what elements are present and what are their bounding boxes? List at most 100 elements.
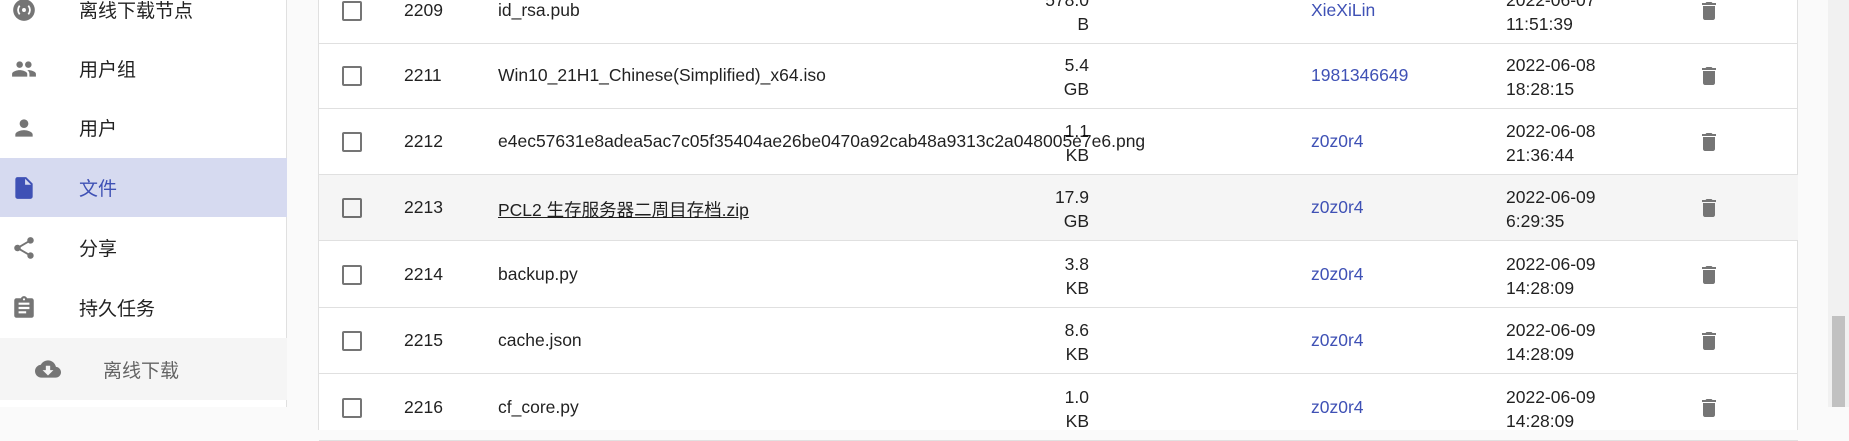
file-time: 11:51:39 — [1506, 14, 1573, 34]
file-size-value: 1.0 — [1064, 387, 1089, 407]
file-size-value: 5.4 — [1064, 55, 1089, 75]
file-size-value: 8.6 — [1064, 320, 1089, 340]
sidebar-item-offline-download[interactable]: 离线下载 — [0, 338, 287, 400]
sidebar-item-users[interactable]: 用户 — [0, 98, 287, 157]
file-owner-link[interactable]: z0z0r4 — [1311, 330, 1364, 351]
sidebar-item-label: 文件 — [79, 179, 118, 200]
table-row[interactable]: 2215 cache.json 8.6 KB z0z0r4 2022-06-09… — [319, 308, 1798, 374]
file-size: 17.9 GB — [1009, 185, 1089, 233]
file-size: 1.0 KB — [1009, 385, 1089, 433]
file-size: 5.4 GB — [1009, 53, 1089, 101]
table-row[interactable]: 2213 PCL2 生存服务器二周目存档.zip 17.9 GB z0z0r4 … — [319, 175, 1798, 241]
page-scrollbar-thumb[interactable] — [1832, 316, 1845, 407]
table-row[interactable]: 2211 Win10_21H1_Chinese(Simplified)_x64.… — [319, 43, 1798, 109]
sidebar-item-label: 离线下载 — [103, 360, 180, 382]
file-id: 2214 — [404, 264, 443, 284]
people-icon — [11, 56, 37, 82]
file-time: 14:28:09 — [1506, 411, 1575, 431]
sidebar-item-label: 用户组 — [79, 60, 137, 81]
row-checkbox[interactable] — [342, 265, 362, 285]
file-size-value: 1.1 — [1064, 121, 1089, 141]
row-checkbox[interactable] — [342, 398, 362, 418]
sidebar-item-label: 用户 — [79, 119, 118, 140]
file-date: 2022-06-09 — [1506, 387, 1596, 407]
file-created-at: 2022-06-08 21:36:44 — [1506, 119, 1596, 167]
file-size-value: 578.0 — [1045, 0, 1089, 10]
file-size-unit: KB — [1065, 411, 1089, 431]
sidebar-item-label: 持久任务 — [79, 299, 156, 320]
file-size: 3.8 KB — [1009, 252, 1089, 300]
row-checkbox[interactable] — [342, 66, 362, 86]
file-date: 2022-06-09 — [1506, 320, 1596, 340]
file-created-at: 2022-06-09 14:28:09 — [1506, 252, 1596, 300]
cloud-download-icon — [35, 356, 61, 382]
file-date: 2022-06-09 — [1506, 254, 1596, 274]
file-id: 2215 — [404, 330, 443, 350]
sidebar-item-label: 分享 — [79, 239, 118, 260]
admin-sidebar: 离线下载节点 用户组 用户 文件 分享 持久任务 离线下载 — [0, 0, 287, 407]
delete-icon[interactable] — [1695, 62, 1723, 90]
table-row[interactable]: 2214 backup.py 3.8 KB z0z0r4 2022-06-09 … — [319, 242, 1798, 308]
row-checkbox[interactable] — [342, 198, 362, 218]
clipboard-icon — [11, 295, 37, 321]
file-name[interactable]: id_rsa.pub — [498, 0, 580, 21]
file-name[interactable]: cf_core.py — [498, 397, 579, 418]
file-id: 2211 — [404, 65, 442, 85]
file-owner-link[interactable]: z0z0r4 — [1311, 397, 1364, 418]
file-icon — [11, 175, 37, 201]
file-id: 2212 — [404, 131, 443, 151]
file-owner-link[interactable]: z0z0r4 — [1311, 131, 1364, 152]
share-icon — [11, 235, 37, 261]
delete-icon[interactable] — [1695, 394, 1723, 422]
sidebar-item-offline-nodes[interactable]: 离线下载节点 — [0, 0, 287, 39]
sidebar-item-persistent-tasks[interactable]: 持久任务 — [0, 278, 287, 337]
file-created-at: 2022-06-08 18:28:15 — [1506, 53, 1596, 101]
delete-icon[interactable] — [1695, 327, 1723, 355]
file-created-at: 2022-06-07 11:51:39 — [1506, 0, 1596, 36]
file-time: 18:28:15 — [1506, 79, 1575, 99]
sidebar-item-files[interactable]: 文件 — [0, 158, 287, 217]
file-size-unit: GB — [1063, 211, 1089, 231]
file-id: 2213 — [404, 197, 443, 217]
row-checkbox[interactable] — [342, 132, 362, 152]
sidebar-item-user-groups[interactable]: 用户组 — [0, 39, 287, 98]
file-id: 2216 — [404, 397, 443, 417]
offline-node-icon — [11, 0, 37, 23]
file-name[interactable]: cache.json — [498, 330, 582, 351]
delete-icon[interactable] — [1695, 261, 1723, 289]
file-created-at: 2022-06-09 6:29:35 — [1506, 185, 1596, 233]
file-created-at: 2022-06-09 14:28:09 — [1506, 385, 1596, 433]
row-checkbox[interactable] — [342, 1, 362, 21]
file-owner-link[interactable]: z0z0r4 — [1311, 264, 1364, 285]
file-owner-link[interactable]: 1981346649 — [1311, 65, 1408, 86]
file-owner-link[interactable]: z0z0r4 — [1311, 197, 1364, 218]
file-date: 2022-06-08 — [1506, 55, 1596, 75]
table-row[interactable]: 2212 e4ec57631e8adea5ac7c05f35404ae26be0… — [319, 109, 1798, 175]
table-row[interactable]: 2209 id_rsa.pub 578.0 B XieXiLin 2022-06… — [319, 0, 1798, 44]
delete-icon[interactable] — [1695, 0, 1723, 25]
file-created-at: 2022-06-09 14:28:09 — [1506, 318, 1596, 366]
table-row[interactable]: 2216 cf_core.py 1.0 KB z0z0r4 2022-06-09… — [319, 375, 1798, 441]
file-time: 21:36:44 — [1506, 145, 1575, 165]
delete-icon[interactable] — [1695, 128, 1723, 156]
file-time: 6:29:35 — [1506, 211, 1565, 231]
row-checkbox[interactable] — [342, 331, 362, 351]
person-icon — [11, 115, 37, 141]
file-time: 14:28:09 — [1506, 278, 1575, 298]
file-size-value: 17.9 — [1054, 187, 1089, 207]
file-size: 578.0 B — [1009, 0, 1089, 36]
file-name[interactable]: Win10_21H1_Chinese(Simplified)_x64.iso — [498, 65, 826, 86]
file-size: 1.1 KB — [1009, 119, 1089, 167]
file-size-unit: KB — [1065, 344, 1089, 364]
delete-icon[interactable] — [1695, 194, 1723, 222]
file-size-unit: KB — [1065, 278, 1089, 298]
file-owner-link[interactable]: XieXiLin — [1311, 0, 1375, 21]
sidebar-item-shares[interactable]: 分享 — [0, 218, 287, 277]
file-date: 2022-06-07 — [1506, 0, 1596, 10]
sidebar-item-label: 离线下载节点 — [79, 1, 194, 22]
file-size-unit: GB — [1063, 79, 1089, 99]
file-date: 2022-06-09 — [1506, 187, 1596, 207]
file-name[interactable]: backup.py — [498, 264, 578, 285]
file-size-unit: B — [1077, 14, 1089, 34]
file-name[interactable]: PCL2 生存服务器二周目存档.zip — [498, 197, 749, 222]
